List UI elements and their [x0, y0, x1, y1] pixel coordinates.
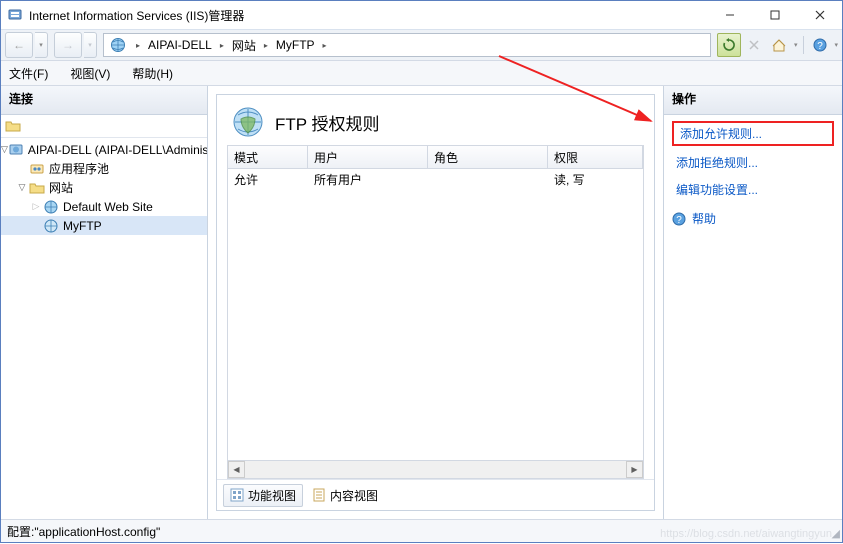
menu-file[interactable]: 文件(F) — [5, 63, 52, 84]
connections-panel: 连接 ▽ AIPAI-DELL (AIPAI-DELL\Administrato… — [1, 86, 208, 519]
rule-row[interactable]: 允许 所有用户 读, 写 — [228, 169, 643, 189]
back-button[interactable]: ← — [5, 32, 33, 58]
scroll-left-icon[interactable]: ◀ — [228, 461, 245, 478]
back-history-dropdown[interactable]: ▾ — [35, 32, 48, 58]
content-view-icon — [312, 488, 326, 502]
status-text: 配置:"applicationHost.config" — [7, 523, 160, 540]
cell-user: 所有用户 — [308, 169, 428, 189]
svg-text:?: ? — [818, 41, 824, 52]
tree-default-site-node[interactable]: ▷ Default Web Site — [1, 197, 207, 216]
col-perm-header[interactable]: 权限 — [548, 146, 643, 168]
home-button[interactable] — [767, 33, 791, 57]
crumb-myftp[interactable]: MyFTP — [274, 34, 317, 56]
watermark: https://blog.csdn.net/aiwangtingyun — [660, 528, 832, 540]
forward-history-dropdown[interactable]: ▾ — [84, 32, 97, 58]
minimize-button[interactable] — [707, 1, 752, 29]
tree-apppools-node[interactable]: 应用程序池 — [1, 159, 207, 178]
sites-folder-icon — [29, 180, 45, 196]
add-deny-rule-link[interactable]: 添加拒绝规则... — [672, 152, 834, 173]
connections-header: 连接 — [1, 86, 207, 115]
connections-toolbar — [1, 115, 207, 138]
menu-bar: 文件(F) 视图(V) 帮助(H) — [1, 61, 842, 86]
refresh-button[interactable] — [717, 33, 741, 57]
page-title: FTP 授权规则 — [275, 110, 380, 135]
window-buttons — [707, 1, 842, 29]
content-view-label: 内容视图 — [330, 487, 378, 504]
resize-grip[interactable]: ◢ — [832, 527, 840, 540]
tree-default-site-label: Default Web Site — [63, 200, 153, 214]
help-button[interactable]: ? — [808, 33, 832, 57]
main-panel: FTP 授权规则 模式 用户 角色 权限 允许 所有用户 读, — [208, 86, 663, 519]
tree-sites-node[interactable]: ▽ 网站 — [1, 178, 207, 197]
globe-icon — [110, 37, 126, 53]
iis-app-icon — [7, 7, 23, 23]
rules-grid: 模式 用户 角色 权限 允许 所有用户 读, 写 — [227, 145, 644, 479]
scroll-right-icon[interactable]: ▶ — [626, 461, 643, 478]
cell-perm: 读, 写 — [548, 169, 643, 189]
window-title: Internet Information Services (IIS)管理器 — [29, 6, 707, 24]
actions-header: 操作 — [664, 86, 842, 115]
nav-bar: ← ▾ → ▾ ▸ AIPAI-DELL ▸ 网站 ▸ MyFTP ▸ — [1, 30, 842, 61]
actions-panel: 操作 添加允许规则... 添加拒绝规则... 编辑功能设置... ? 帮助 — [663, 86, 842, 519]
content-view-tab[interactable]: 内容视图 — [305, 484, 385, 507]
tree-server-node[interactable]: ▽ AIPAI-DELL (AIPAI-DELL\Administrator) — [1, 140, 207, 159]
features-view-icon — [230, 488, 244, 502]
crumb-server[interactable]: AIPAI-DELL — [146, 34, 214, 56]
address-bar[interactable]: ▸ AIPAI-DELL ▸ 网站 ▸ MyFTP ▸ — [103, 33, 711, 57]
tree-apppools-label: 应用程序池 — [49, 160, 109, 177]
ftp-site-icon — [43, 218, 59, 234]
edit-feature-settings-link[interactable]: 编辑功能设置... — [672, 179, 834, 200]
site-globe-icon — [43, 199, 59, 215]
menu-help[interactable]: 帮助(H) — [128, 63, 177, 84]
col-mode-header[interactable]: 模式 — [228, 146, 308, 168]
stop-button[interactable] — [742, 33, 766, 57]
close-button[interactable] — [797, 1, 842, 29]
apppools-icon — [29, 161, 45, 177]
tree-sites-label: 网站 — [49, 179, 73, 196]
maximize-button[interactable] — [752, 1, 797, 29]
connections-tree: ▽ AIPAI-DELL (AIPAI-DELL\Administrator) … — [1, 138, 207, 519]
features-view-tab[interactable]: 功能视图 — [223, 484, 303, 507]
horizontal-scrollbar[interactable]: ◀ ▶ — [228, 460, 643, 478]
col-user-header[interactable]: 用户 — [308, 146, 428, 168]
cell-mode: 允许 — [228, 169, 308, 189]
feature-icon — [231, 105, 265, 139]
svg-text:?: ? — [676, 215, 682, 226]
help-link[interactable]: ? 帮助 — [672, 210, 834, 227]
col-role-header[interactable]: 角色 — [428, 146, 548, 168]
forward-button[interactable]: → — [54, 32, 82, 58]
add-allow-rule-link[interactable]: 添加允许规则... — [672, 121, 834, 146]
help-icon: ? — [672, 212, 686, 226]
crumb-sites[interactable]: 网站 — [230, 34, 258, 56]
titlebar: Internet Information Services (IIS)管理器 — [1, 1, 842, 30]
features-view-label: 功能视图 — [248, 487, 296, 504]
cell-role — [428, 169, 548, 189]
folder-icon[interactable] — [5, 119, 21, 133]
help-link-label: 帮助 — [692, 210, 716, 227]
server-icon — [8, 142, 24, 158]
tree-myftp-label: MyFTP — [63, 219, 102, 233]
tree-server-label: AIPAI-DELL (AIPAI-DELL\Administrator) — [28, 143, 207, 157]
tree-myftp-node[interactable]: MyFTP — [1, 216, 207, 235]
menu-view[interactable]: 视图(V) — [66, 63, 114, 84]
status-bar: 配置:"applicationHost.config" https://blog… — [1, 519, 842, 542]
